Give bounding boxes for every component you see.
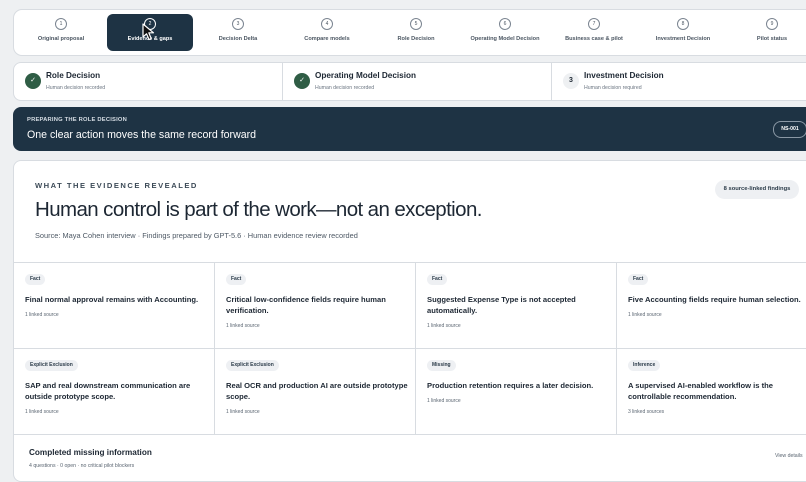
step-label: Compare models <box>304 36 350 42</box>
finding-title: Final normal approval remains with Accou… <box>25 295 199 304</box>
record-id-badge: NS-001 <box>773 121 806 138</box>
step-number: 8 <box>677 18 689 30</box>
decision-card-investment[interactable]: 3 Investment Decision Human decision req… <box>552 63 806 100</box>
step-business-case-pilot[interactable]: 7 Business case & pilot <box>551 14 637 50</box>
finding-title: Critical low-confidence fields require h… <box>226 295 386 315</box>
linked-source-count[interactable]: 1 linked source <box>25 409 59 415</box>
check-icon: ✓ <box>294 73 310 89</box>
source-line: Source: Maya Cohen interview · Findings … <box>35 231 358 240</box>
finding-card[interactable]: Missing Production retention requires a … <box>416 349 617 435</box>
finding-title: Production retention requires a later de… <box>427 381 594 390</box>
finding-card[interactable]: Inference A supervised AI-enabled workfl… <box>617 349 806 435</box>
step-number: 3 <box>232 18 244 30</box>
finding-type-tag: Fact <box>226 274 247 285</box>
mouse-cursor-icon <box>142 23 155 41</box>
finding-title: Suggested Expense Type is not accepted a… <box>427 295 576 315</box>
step-label: Pilot status <box>756 36 788 42</box>
view-details-link[interactable]: View details <box>775 453 803 459</box>
findings-count-badge[interactable]: 8 source-linked findings <box>715 180 799 199</box>
step-original-proposal[interactable]: 1 Original proposal <box>18 14 104 50</box>
step-number: 9 <box>766 18 778 30</box>
step-label: Investment Decision <box>655 36 711 42</box>
finding-title: SAP and real downstream communication ar… <box>25 381 191 401</box>
finding-card[interactable]: Explicit Exclusion SAP and real downstre… <box>14 349 215 435</box>
step-number: 4 <box>321 18 333 30</box>
banner-headline: One clear action moves the same record f… <box>27 129 257 141</box>
finding-title: A supervised AI-enabled workflow is the … <box>628 381 774 401</box>
decision-title: Role Decision <box>46 71 101 80</box>
decision-card-role[interactable]: ✓ Role Decision Human decision recorded <box>14 63 283 100</box>
decision-title: Operating Model Decision <box>315 71 416 80</box>
step-investment-decision[interactable]: 8 Investment Decision <box>640 14 726 50</box>
finding-type-tag: Fact <box>427 274 448 285</box>
check-icon: ✓ <box>25 73 41 89</box>
step-number: 6 <box>499 18 511 30</box>
linked-source-count[interactable]: 1 linked source <box>226 409 260 415</box>
evidence-panel: WHAT THE EVIDENCE REVEALED Human control… <box>13 160 806 482</box>
finding-card[interactable]: Fact Final normal approval remains with … <box>14 263 215 349</box>
step-label: Operating Model Decision <box>470 36 540 42</box>
decision-title: Investment Decision <box>584 71 664 80</box>
step-number-badge: 3 <box>563 73 579 89</box>
finding-type-tag: Explicit Exclusion <box>25 360 78 371</box>
step-number: 7 <box>588 18 600 30</box>
action-banner: PREPARING THE ROLE DECISION One clear ac… <box>13 107 806 151</box>
step-label: Original proposal <box>37 36 85 42</box>
linked-source-count[interactable]: 1 linked source <box>226 323 260 329</box>
linked-source-count[interactable]: 1 linked source <box>427 398 461 404</box>
step-operating-model-decision[interactable]: 6 Operating Model Decision <box>462 14 548 50</box>
section-eyebrow: WHAT THE EVIDENCE REVEALED <box>35 181 198 190</box>
banner-eyebrow: PREPARING THE ROLE DECISION <box>27 117 127 123</box>
decision-status: Human decision recorded <box>315 85 375 91</box>
finding-card[interactable]: Explicit Exclusion Real OCR and producti… <box>215 349 416 435</box>
finding-type-tag: Explicit Exclusion <box>226 360 279 371</box>
linked-source-count[interactable]: 1 linked source <box>25 312 59 318</box>
finding-type-tag: Missing <box>427 360 456 371</box>
linked-source-count[interactable]: 1 linked source <box>427 323 461 329</box>
step-number: 1 <box>55 18 67 30</box>
finding-type-tag: Inference <box>628 360 661 371</box>
finding-title: Real OCR and production AI are outside p… <box>226 381 408 401</box>
decision-card-operating-model[interactable]: ✓ Operating Model Decision Human decisio… <box>283 63 552 100</box>
missing-information-section: Completed missing information 4 question… <box>14 435 806 475</box>
finding-card[interactable]: Fact Five Accounting fields require huma… <box>617 263 806 349</box>
step-number: 5 <box>410 18 422 30</box>
workflow-stepper: 1 Original proposal 2 Evidence & gaps 3 … <box>13 9 806 56</box>
finding-type-tag: Fact <box>25 274 46 285</box>
finding-card[interactable]: Fact Suggested Expense Type is not accep… <box>416 263 617 349</box>
linked-source-count[interactable]: 1 linked source <box>628 312 662 318</box>
page-title: Human control is part of the work—not an… <box>35 198 482 221</box>
findings-grid: Fact Final normal approval remains with … <box>14 262 806 435</box>
step-pilot-status[interactable]: 9 Pilot status <box>729 14 806 50</box>
step-compare-models[interactable]: 4 Compare models <box>284 14 370 50</box>
linked-source-count[interactable]: 3 linked sources <box>628 409 664 415</box>
step-role-decision[interactable]: 5 Role Decision <box>373 14 459 50</box>
finding-type-tag: Fact <box>628 274 649 285</box>
decision-status: Human decision required <box>584 85 642 91</box>
step-label: Decision Delta <box>218 36 258 42</box>
finding-card[interactable]: Fact Critical low-confidence fields requ… <box>215 263 416 349</box>
step-decision-delta[interactable]: 3 Decision Delta <box>195 14 281 50</box>
decision-summary: ✓ Role Decision Human decision recorded … <box>13 62 806 101</box>
section-title: Completed missing information <box>29 448 152 457</box>
finding-title: Five Accounting fields require human sel… <box>628 295 801 304</box>
decision-status: Human decision recorded <box>46 85 106 91</box>
step-label: Role Decision <box>397 36 435 42</box>
step-label: Business case & pilot <box>565 36 623 42</box>
